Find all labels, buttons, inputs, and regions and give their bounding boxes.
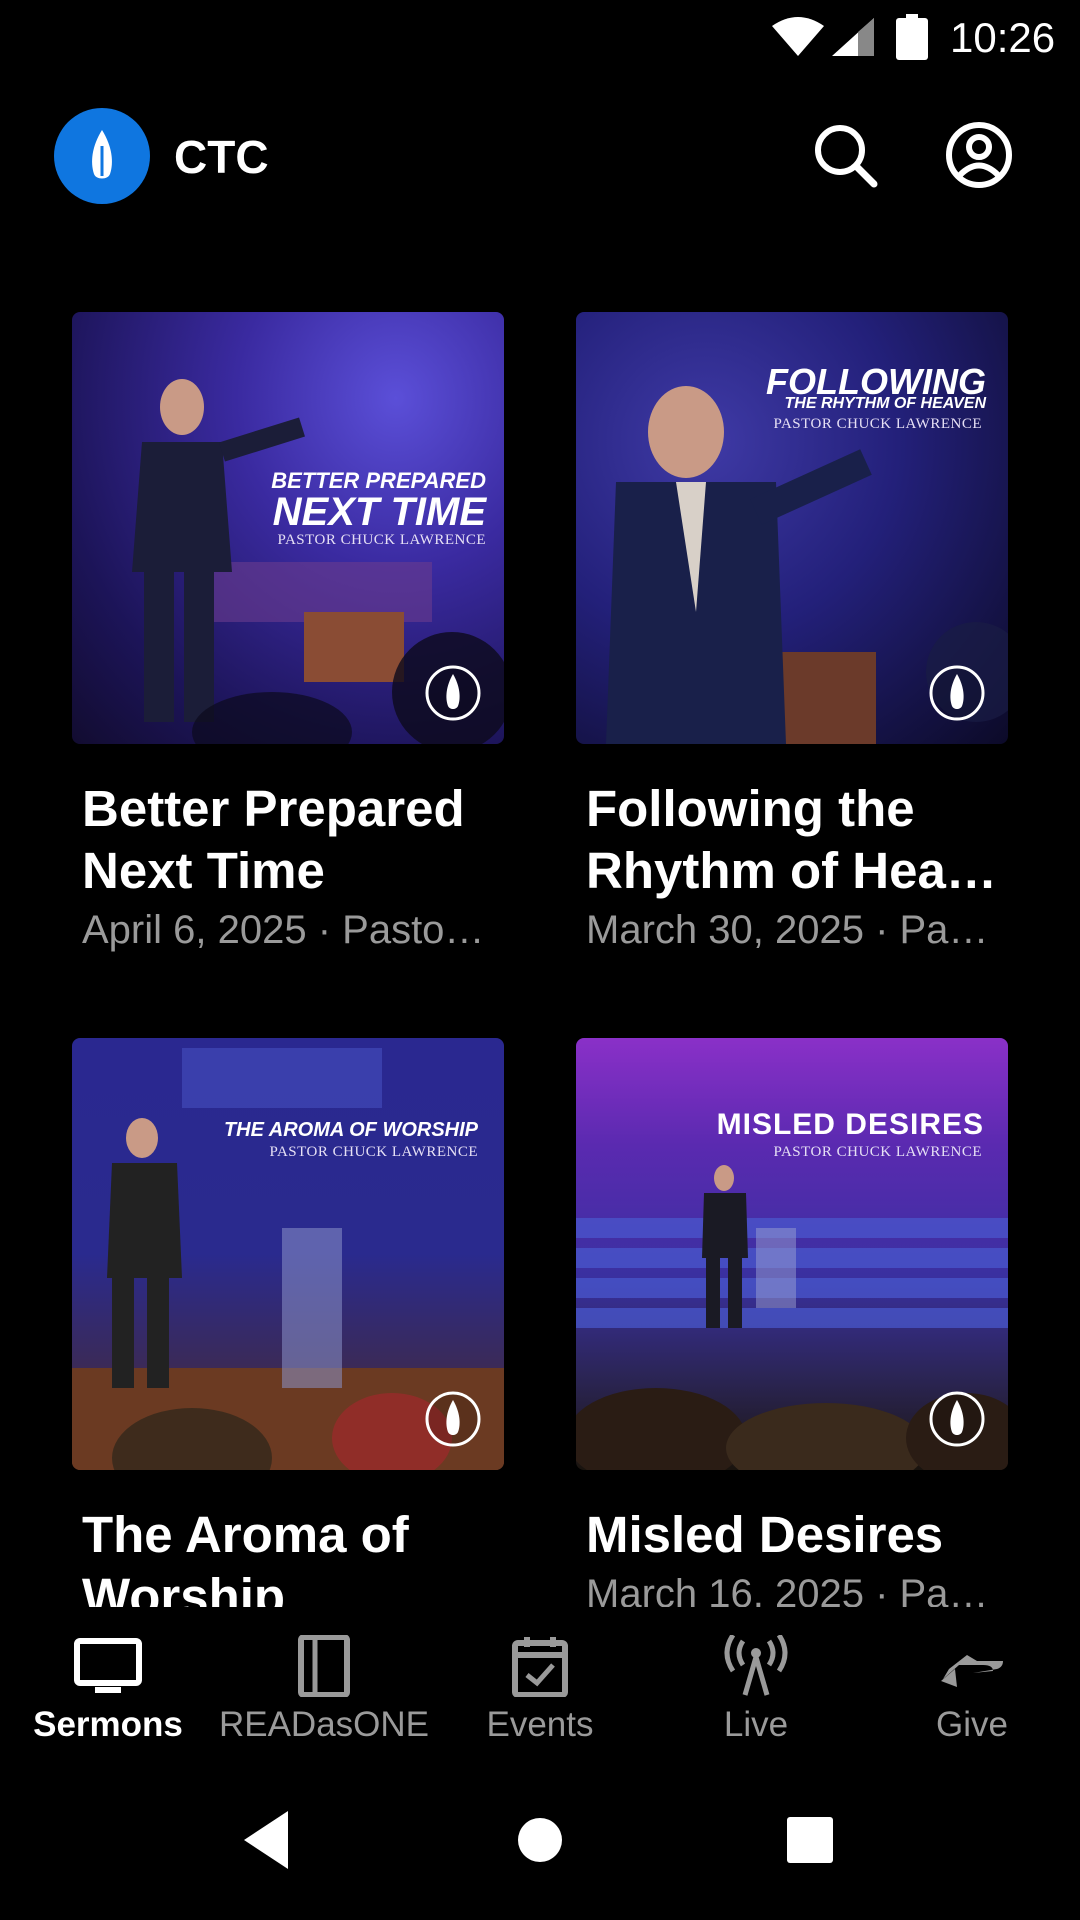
sermon-meta: March 30, 2025 · Pa… [586, 908, 989, 952]
app-title: CTC [174, 131, 269, 183]
sermon-meta: March 16, 2025 · Pa… [586, 1572, 989, 1607]
nav-label: Events [486, 1705, 594, 1744]
status-time: 10:26 [950, 14, 1056, 61]
sermon-title[interactable]: The Aroma of Worship [82, 1504, 502, 1607]
tv-icon [74, 1638, 142, 1693]
sermon-card[interactable]: THE AROMA OF WORSHIP PASTOR CHUCK LAWREN… [72, 1038, 504, 1607]
artwork-speaker: PASTOR CHUCK LAWRENCE [773, 1144, 982, 1160]
nav-label: READasONE [218, 1705, 430, 1744]
profile-icon[interactable] [944, 120, 1014, 190]
app-header: CTC [0, 100, 1080, 212]
signal-icon [832, 18, 874, 56]
sermon-thumbnail[interactable]: BETTER PREPARED NEXT TIME PASTOR CHUCK L… [72, 312, 504, 744]
back-icon[interactable] [232, 1805, 302, 1875]
nav-item-give[interactable]: Give [864, 1635, 1080, 1755]
nav-label: Live [723, 1705, 789, 1744]
candle-flame-icon [92, 130, 112, 179]
artwork-speaker: PASTOR CHUCK LAWRENCE [269, 1144, 478, 1160]
sermon-thumbnail[interactable]: FOLLOWING THE RHYTHM OF HEAVEN PASTOR CH… [576, 312, 1008, 744]
home-icon[interactable] [505, 1805, 575, 1875]
sermon-card[interactable]: FOLLOWING THE RHYTHM OF HEAVEN PASTOR CH… [576, 312, 1008, 952]
broadcast-tower-icon [724, 1635, 788, 1696]
candle-badge-icon [929, 665, 985, 721]
sermon-title[interactable]: Better Prepared Next Time [82, 778, 502, 902]
battery-icon [896, 14, 928, 60]
book-icon [298, 1635, 350, 1697]
hand-giving-icon [941, 1655, 1003, 1687]
artwork-speaker: PASTOR CHUCK LAWRENCE [277, 532, 486, 548]
search-icon[interactable] [810, 120, 880, 190]
nav-label: Sermons [33, 1705, 183, 1744]
nav-item-events[interactable]: Events [432, 1635, 648, 1755]
artwork-title-line: THE RHYTHM OF HEAVEN [784, 395, 986, 412]
artwork-title-line: THE AROMA OF WORSHIP [223, 1119, 478, 1141]
artwork-title-line: BETTER PREPARED [271, 468, 486, 493]
sermon-card[interactable]: BETTER PREPARED NEXT TIME PASTOR CHUCK L… [72, 312, 504, 952]
sermon-title[interactable]: Misled Desires [586, 1504, 1006, 1566]
sermon-thumbnail[interactable]: THE AROMA OF WORSHIP PASTOR CHUCK LAWREN… [72, 1038, 504, 1470]
wifi-icon [772, 17, 824, 56]
nav-item-live[interactable]: Live [648, 1635, 864, 1755]
sermon-thumbnail[interactable]: MISLED DESIRES PASTOR CHUCK LAWRENCE [576, 1038, 1008, 1470]
sermon-card[interactable]: MISLED DESIRES PASTOR CHUCK LAWRENCE Mis… [576, 1038, 1008, 1607]
nav-label: Give [936, 1705, 1008, 1744]
artwork-title-line: NEXT TIME [272, 490, 486, 534]
calendar-check-icon [512, 1637, 568, 1697]
artwork-speaker: PASTOR CHUCK LAWRENCE [773, 416, 982, 432]
recents-icon[interactable] [775, 1805, 845, 1875]
bottom-nav: Sermons READasONE Events Live Give [0, 1607, 1080, 1757]
candle-badge-icon [425, 665, 481, 721]
nav-item-sermons[interactable]: Sermons [0, 1635, 216, 1755]
sermon-grid: BETTER PREPARED NEXT TIME PASTOR CHUCK L… [72, 312, 1008, 1607]
system-nav [0, 1757, 1080, 1920]
candle-badge-icon [425, 1391, 481, 1447]
app-logo[interactable] [54, 108, 150, 204]
sermon-meta: April 6, 2025 · Pasto… [82, 908, 485, 952]
candle-badge-icon [929, 1391, 985, 1447]
artwork-title-line: MISLED DESIRES [716, 1108, 984, 1141]
sermon-title[interactable]: Following the Rhythm of Hea… [586, 778, 1006, 902]
nav-item-readasone[interactable]: READasONE [216, 1635, 432, 1755]
status-bar: 10:26 [0, 0, 1080, 76]
